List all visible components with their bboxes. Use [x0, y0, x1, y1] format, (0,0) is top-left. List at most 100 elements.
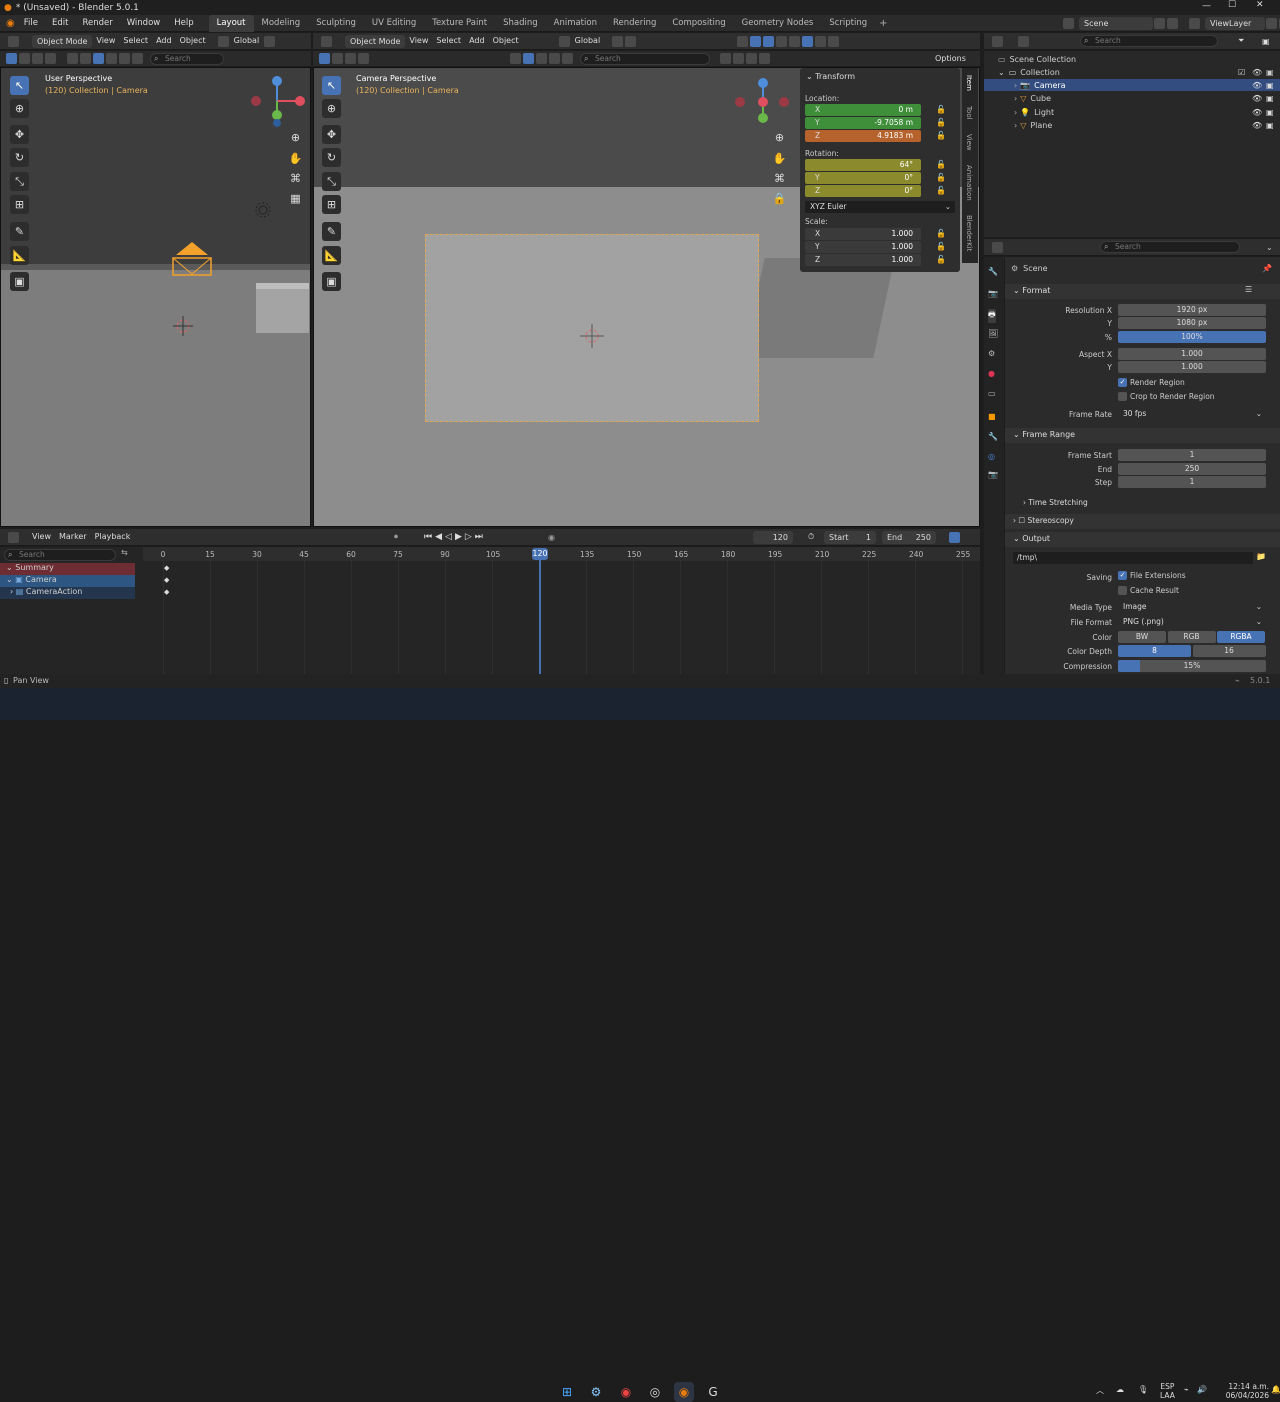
- outliner-item-light[interactable]: › 💡 Light 👁 ▣: [984, 106, 1280, 118]
- gizmo-icon[interactable]: [750, 35, 762, 47]
- tab-item[interactable]: Item: [965, 75, 973, 91]
- color-bw-button[interactable]: BW: [1118, 631, 1166, 643]
- visibility-icon[interactable]: [67, 53, 78, 64]
- modifiers-tab-icon[interactable]: 🔧: [988, 432, 998, 441]
- scale-x-field[interactable]: X 1.000: [805, 228, 921, 240]
- new-view-layer-icon[interactable]: [1266, 18, 1277, 29]
- frame-range-section-header[interactable]: ⌄ Frame Range: [1013, 430, 1075, 439]
- camera-render-icon[interactable]: ▣: [1266, 121, 1274, 130]
- blender-taskbar-icon[interactable]: ◉: [674, 1382, 694, 1402]
- scene-tab-icon[interactable]: ⚙: [988, 349, 995, 358]
- orientation-selector[interactable]: Global: [571, 33, 605, 49]
- transform-tool-button[interactable]: ⊞: [10, 195, 29, 214]
- location-x-field[interactable]: X 0 m: [805, 104, 921, 116]
- menu-file[interactable]: File: [17, 15, 45, 32]
- menu-help[interactable]: Help: [167, 15, 200, 32]
- workspace-tab-uv-editing[interactable]: UV Editing: [364, 15, 424, 32]
- object-tab-icon[interactable]: ■: [988, 412, 996, 421]
- add-cube-tool-button[interactable]: ▣: [10, 272, 29, 291]
- presets-icon[interactable]: ☰: [1245, 285, 1252, 294]
- channel-camera[interactable]: ⌄ ▣ Camera: [0, 575, 135, 587]
- lock-icon[interactable]: 🔓: [936, 229, 946, 238]
- keyframe-summary[interactable]: ◆: [164, 564, 169, 572]
- playback-controls[interactable]: ⏮◀◁▶▷⏭: [424, 532, 486, 542]
- color-rgb-button[interactable]: RGB: [1167, 631, 1216, 643]
- render-region-checkbox[interactable]: ✓: [1118, 378, 1127, 387]
- eye-icon[interactable]: 👁: [1252, 81, 1262, 90]
- transform-tool-button[interactable]: ⊞: [322, 195, 341, 214]
- collection-tab-icon[interactable]: ▭: [988, 389, 996, 398]
- resolution-percentage-field[interactable]: 100%: [1118, 331, 1266, 343]
- workspace-tab-layout[interactable]: Layout: [208, 14, 254, 32]
- timeline-menu-view[interactable]: View: [28, 529, 55, 545]
- cloud-icon[interactable]: ☁: [1116, 1385, 1124, 1394]
- lock-icon[interactable]: 🔓: [936, 105, 946, 114]
- light-object[interactable]: [253, 200, 273, 220]
- options-button[interactable]: Options: [935, 54, 966, 63]
- eye-icon[interactable]: 👁: [1252, 68, 1262, 77]
- mode-intersect-icon[interactable]: [45, 53, 56, 64]
- cursor-tool-button[interactable]: ⊕: [322, 99, 341, 118]
- view-layer-icon[interactable]: [1189, 18, 1200, 29]
- cache-result-checkbox[interactable]: [1118, 586, 1127, 595]
- mic-icon[interactable]: 🎙: [1138, 1385, 1148, 1394]
- timeline-menu-marker[interactable]: Marker: [55, 529, 91, 545]
- output-section-header[interactable]: ⌄ Output: [1013, 534, 1050, 543]
- crop-render-region-checkbox[interactable]: [1118, 392, 1127, 401]
- new-collection-icon[interactable]: ▣: [1262, 37, 1270, 46]
- measure-tool-button[interactable]: 📐: [10, 246, 29, 265]
- media-type-field[interactable]: Image ⌄: [1118, 601, 1266, 613]
- overlay-icon[interactable]: [763, 35, 775, 47]
- move-tool-button[interactable]: ✥: [322, 125, 341, 144]
- mode-extend-icon[interactable]: [332, 53, 343, 64]
- menu-object[interactable]: Object: [489, 33, 523, 49]
- measure-tool-button[interactable]: 📐: [322, 246, 341, 265]
- location-z-field[interactable]: Z 4.9183 m: [805, 130, 921, 142]
- color-depth-8-button[interactable]: 8: [1118, 645, 1191, 657]
- select-box-icon[interactable]: [319, 53, 330, 64]
- workspace-tab-texture-paint[interactable]: Texture Paint: [424, 15, 495, 32]
- keying-icon[interactable]: ◉: [548, 533, 555, 542]
- scale-tool-button[interactable]: ⤡: [10, 172, 29, 191]
- frame-end-field[interactable]: 250: [1118, 463, 1266, 475]
- language-indicator[interactable]: ESP LAA: [1160, 1382, 1175, 1400]
- crop-render-region[interactable]: Crop to Render Region: [1118, 392, 1215, 401]
- obs-icon[interactable]: ◎: [645, 1382, 665, 1402]
- scene-icon[interactable]: [1063, 18, 1074, 29]
- scale-y-field[interactable]: Y 1.000: [805, 241, 921, 253]
- mode-selector[interactable]: Object Mode: [32, 34, 93, 48]
- menu-select[interactable]: Select: [119, 33, 152, 49]
- proportional-edit-icon[interactable]: [625, 35, 637, 47]
- annotate-tool-button[interactable]: ✎: [10, 222, 29, 241]
- scene-selector[interactable]: Scene: [1079, 17, 1153, 30]
- tab-animation[interactable]: Animation: [965, 165, 973, 201]
- menu-add[interactable]: Add: [465, 33, 489, 49]
- render-tab-icon[interactable]: 📷: [988, 289, 998, 298]
- pan-icon[interactable]: ✋: [288, 151, 303, 166]
- maximize-button[interactable]: ☐: [1228, 0, 1236, 10]
- output-tab-icon[interactable]: 🖶: [988, 309, 996, 323]
- wireframe-icon[interactable]: [132, 53, 143, 64]
- blender-menu-icon[interactable]: ◉: [6, 18, 15, 29]
- bell-icon[interactable]: 🔔: [1271, 1385, 1280, 1394]
- mode-selector[interactable]: Object Mode: [345, 34, 406, 48]
- solid-shading-icon[interactable]: [93, 53, 104, 64]
- menu-window[interactable]: Window: [120, 15, 168, 32]
- chevron-down-icon[interactable]: ⌄: [1266, 243, 1273, 252]
- material-shading-icon[interactable]: [536, 53, 547, 64]
- properties-search[interactable]: ⌕ Search: [1100, 241, 1240, 253]
- lock-icon[interactable]: 🔓: [936, 173, 946, 182]
- start-frame-field[interactable]: Start 1: [824, 530, 876, 544]
- add-cube-tool-button[interactable]: ▣: [322, 272, 341, 291]
- outliner-search[interactable]: ⌕ Search: [1080, 35, 1218, 47]
- end-frame-field[interactable]: End 250: [882, 530, 936, 544]
- tab-blenderkit[interactable]: BlenderKit: [965, 215, 973, 251]
- channel-camera-action[interactable]: › ▤ CameraAction: [0, 587, 135, 599]
- shield-icon[interactable]: [759, 53, 770, 64]
- filter-icon[interactable]: ⏷: [1238, 36, 1244, 46]
- snap-icon[interactable]: [612, 35, 624, 47]
- lock-icon[interactable]: 🔓: [936, 118, 946, 127]
- tray-chevron-icon[interactable]: ︿: [1096, 1385, 1104, 1396]
- menu-render[interactable]: Render: [75, 15, 119, 32]
- location-y-field[interactable]: Y -9.7058 m: [805, 117, 921, 129]
